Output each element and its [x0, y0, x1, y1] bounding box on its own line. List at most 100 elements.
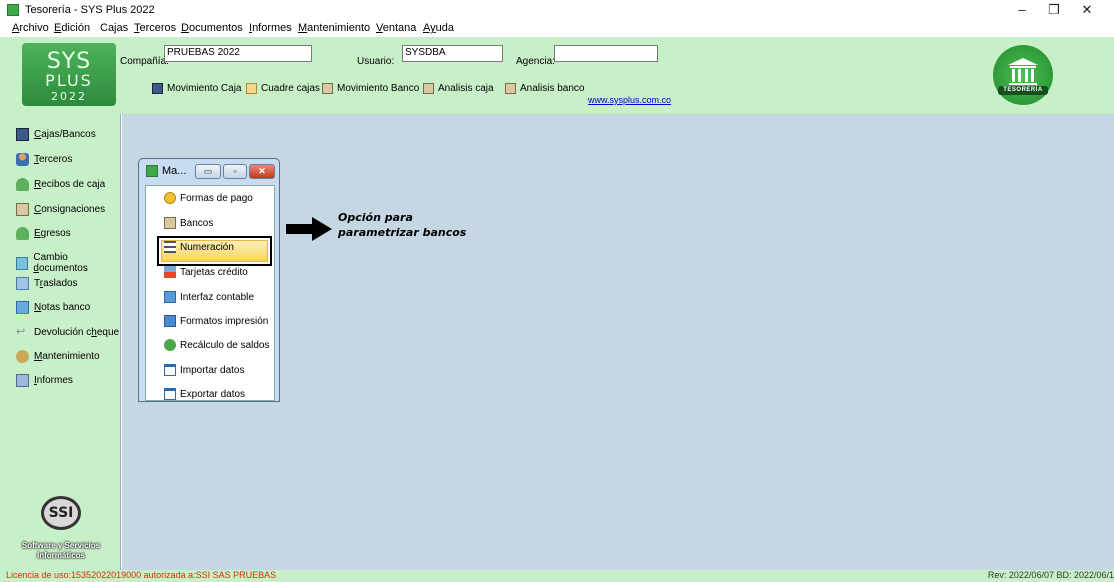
menu-ayuda[interactable]: Ayuda: [423, 22, 454, 34]
child-menu-list: Formas de pago Bancos Numeración Tarjeta…: [145, 185, 275, 401]
sidebar-item-cambio-documentos[interactable]: Cambio documentos: [16, 252, 120, 274]
bank-icon: [505, 83, 516, 94]
annotation-arrow-icon: [286, 217, 332, 241]
sidebar-item-cajas-bancos[interactable]: Cajas/Bancos: [16, 128, 96, 141]
logo-line-2: PLUS: [45, 71, 93, 90]
menu-terceros[interactable]: Terceros: [134, 22, 176, 34]
sysplus-logo: SYS PLUS 2022: [22, 43, 116, 106]
sidebar: Cajas/Bancos Terceros Recibos de caja Co…: [0, 114, 121, 570]
recalc-icon: [164, 339, 176, 351]
print-format-icon: [164, 315, 176, 327]
menu-mantenimiento[interactable]: Mantenimiento: [298, 22, 370, 34]
printer-icon: [16, 374, 29, 387]
website-link[interactable]: www.sysplus.com.co: [588, 95, 671, 105]
app-icon: [146, 165, 158, 177]
annotation-line-1: Opción para: [338, 211, 413, 224]
tesoreria-badge: TESORERÍA: [998, 86, 1048, 95]
restore-button[interactable]: ❐: [1039, 2, 1069, 18]
header-panel: SYS PLUS 2022 Compañía: PRUEBAS 2022 Usu…: [0, 37, 1114, 114]
agency-label: Agencia:: [516, 56, 555, 67]
clipboard-icon: [246, 83, 257, 94]
money-icon: [16, 178, 29, 191]
ssi-logo: SSI Software y Servicios Informáticos: [6, 496, 116, 570]
notes-icon: [16, 301, 29, 314]
export-icon: [164, 388, 176, 400]
menu-documentos[interactable]: Documentos: [181, 22, 243, 34]
sidebar-item-recibos[interactable]: Recibos de caja: [16, 178, 105, 191]
close-button[interactable]: ✕: [1072, 2, 1102, 18]
child-close-button[interactable]: ✕: [249, 164, 275, 179]
menu-edicion[interactable]: Edición: [54, 22, 90, 34]
sidebar-item-egresos[interactable]: Egresos: [16, 227, 71, 240]
menu-bancos[interactable]: Bancos: [164, 217, 213, 229]
ssi-line-1: Software y Servicios: [21, 541, 101, 550]
app-icon: [7, 4, 19, 16]
menu-interfaz-contable[interactable]: Interfaz contable: [164, 291, 254, 303]
child-window-title: Ma...: [162, 165, 187, 177]
sidebar-item-terceros[interactable]: Terceros: [16, 153, 72, 166]
import-icon: [164, 364, 176, 376]
list-icon: [164, 241, 176, 253]
annotation-text: Opción para parametrizar bancos: [338, 210, 466, 240]
sidebar-item-devolucion-cheque[interactable]: ↩ Devolución cheque: [16, 326, 119, 339]
ssi-mark: SSI: [41, 496, 81, 530]
license-text: Licencia de uso:15352022019000 autorizad…: [6, 570, 277, 580]
money-icon: [16, 227, 29, 240]
sidebar-item-informes[interactable]: Informes: [16, 374, 73, 387]
sidebar-item-notas-banco[interactable]: Notas banco: [16, 301, 90, 314]
exchange-icon: [16, 256, 29, 270]
menu-formatos-impresion[interactable]: Formatos impresión: [164, 315, 268, 327]
menu-cajas[interactable]: Cajas: [100, 22, 128, 34]
annotation-line-2: parametrizar bancos: [338, 226, 467, 239]
ssi-line-2: Informáticos: [36, 551, 85, 560]
window-title: Tesorería - SYS Plus 2022: [25, 4, 155, 16]
coins-icon: [164, 192, 176, 204]
menu-informes[interactable]: Informes: [249, 22, 292, 34]
transfer-icon: [16, 277, 29, 290]
credit-card-icon: [164, 266, 176, 278]
bank-building-icon: [1008, 58, 1038, 85]
menu-numeracion[interactable]: Numeración: [164, 241, 234, 253]
toolbar-cuadre-cajas[interactable]: Cuadre cajas: [246, 83, 320, 94]
minimize-button[interactable]: –: [1007, 2, 1037, 18]
mantenimiento-window[interactable]: Ma... ▭ ▫ ✕ Formas de pago Bancos Numera…: [138, 158, 280, 402]
status-bar: Licencia de uso:15352022019000 autorizad…: [0, 570, 1114, 582]
menu-bar: Archivo Edición Cajas Terceros Documento…: [0, 20, 1114, 37]
bank-icon: [423, 83, 434, 94]
sidebar-item-mantenimiento[interactable]: Mantenimiento: [16, 350, 100, 363]
bank-icon: [16, 203, 29, 216]
tesoreria-emblem: TESORERÍA: [993, 45, 1053, 105]
menu-importar-datos[interactable]: Importar datos: [164, 364, 244, 376]
menu-recalculo-saldos[interactable]: Recálculo de saldos: [164, 339, 270, 351]
toolbar-analisis-banco[interactable]: Analisis banco: [505, 83, 584, 94]
company-field[interactable]: PRUEBAS 2022: [164, 45, 312, 62]
title-bar: Tesorería - SYS Plus 2022 – ❐ ✕: [0, 0, 1114, 20]
return-icon: ↩: [16, 326, 26, 338]
child-title-bar[interactable]: Ma... ▭ ▫ ✕: [139, 159, 279, 183]
menu-archivo[interactable]: Archivo: [12, 22, 49, 34]
company-label: Compañía:: [120, 56, 169, 67]
revision-text: Rev: 2022/06/07 BD: 2022/06/1: [987, 570, 1114, 580]
sidebar-item-consignaciones[interactable]: Consignaciones: [16, 203, 105, 216]
menu-formas-de-pago[interactable]: Formas de pago: [164, 192, 253, 204]
menu-exportar-datos[interactable]: Exportar datos: [164, 388, 245, 400]
interface-icon: [164, 291, 176, 303]
child-maximize-button[interactable]: ▫: [223, 164, 247, 179]
bank-icon: [322, 83, 333, 94]
toolbar-movimiento-banco[interactable]: Movimiento Banco: [322, 83, 419, 94]
sidebar-item-traslados[interactable]: Traslados: [16, 277, 78, 290]
user-field[interactable]: SYSDBA: [402, 45, 503, 62]
bank-icon: [164, 217, 176, 229]
cash-register-icon: [152, 83, 163, 94]
logo-line-3: 2022: [51, 90, 87, 103]
child-minimize-button[interactable]: ▭: [195, 164, 221, 179]
menu-ventana[interactable]: Ventana: [376, 22, 416, 34]
cash-register-icon: [16, 128, 29, 141]
agency-field[interactable]: [554, 45, 658, 62]
person-icon: [16, 153, 29, 166]
wrench-icon: [16, 350, 29, 363]
toolbar-movimiento-caja[interactable]: Movimiento Caja: [152, 83, 241, 94]
toolbar-analisis-caja[interactable]: Analisis caja: [423, 83, 494, 94]
user-label: Usuario:: [357, 56, 395, 67]
menu-tarjetas-credito[interactable]: Tarjetas crédito: [164, 266, 248, 278]
